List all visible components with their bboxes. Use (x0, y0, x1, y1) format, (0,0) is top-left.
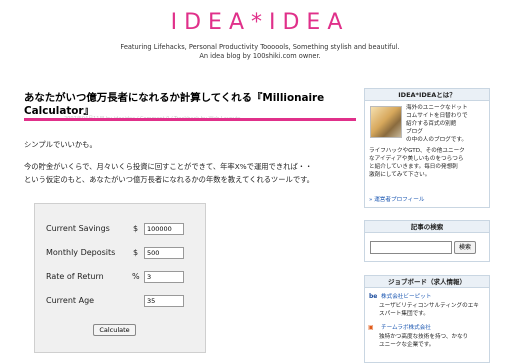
title-underline (24, 118, 356, 121)
job-2-desc-line-1: 独特かつ高度な技術を持つ、かなり (379, 334, 469, 340)
current-savings-symbol: $ (133, 224, 139, 233)
millionaire-calculator: Current Savings $ 100000 Monthly Deposit… (34, 203, 206, 353)
search-input[interactable] (370, 241, 452, 254)
about-line-6: ライフハックやGTD、その他ユニーク (369, 148, 465, 154)
about-line-5: の中の人のブログです。 (406, 137, 467, 143)
author-avatar (370, 106, 402, 138)
about-box: IDEA*IDEAとは？ 海外のユニークなドット コムサイトを日替わりで 紹介す… (364, 88, 490, 208)
site-logo[interactable]: IDEA*IDEA (0, 10, 520, 35)
about-description: ライフハックやGTD、その他ユニーク なアイディアや美しいものをつらつら と紹介… (369, 147, 465, 179)
current-savings-label: Current Savings (46, 224, 110, 233)
post-paragraph-3: という仮定のもと、あなたがいつ億万長者になれるかの年数を教えてくれるツールです。 (24, 175, 314, 184)
job-2-link[interactable]: チームラボ株式会社 (381, 324, 431, 332)
about-line-9: 激剤にしてみて下さい。 (369, 172, 431, 178)
main-content: あなたがいつ億万長者になれるか計算してくれる『Millionaire Calcu… (24, 92, 356, 122)
current-age-input[interactable]: 35 (144, 295, 184, 307)
about-line-8: と紹介していきます。毎日の発想刺 (369, 164, 458, 170)
monthly-deposits-label: Monthly Deposits (46, 248, 116, 257)
rate-of-return-label: Rate of Return (46, 272, 104, 281)
jobs-box: ジョブボード（求人情報） be 株式会社ビーピット ユーザビリティコンサルティン… (364, 275, 490, 363)
job-1-desc-line-2: スパート集団です。 (379, 311, 429, 317)
job-1-link[interactable]: 株式会社ビーピット (381, 293, 431, 301)
search-button[interactable]: 検索 (454, 241, 476, 254)
about-intro: 海外のユニークなドット コムサイトを日替わりで 紹介する百式の別館 ブログ の中… (406, 104, 468, 144)
site-tagline: Featuring Lifehacks, Personal Productivi… (0, 43, 520, 61)
monthly-deposits-input[interactable]: 500 (144, 247, 184, 259)
about-line-4: ブログ (406, 129, 423, 135)
search-box: 記事の検索 検索 (364, 220, 490, 262)
tagline-line-1: Featuring Lifehacks, Personal Productivi… (120, 43, 400, 51)
about-line-1: 海外のユニークなドット (406, 105, 468, 111)
job-2-description: 独特かつ高度な技術を持つ、かなり ユニークな企業です。 (379, 333, 468, 349)
about-line-2: コムサイトを日替わりで (406, 113, 468, 119)
rate-of-return-input[interactable]: 3 (144, 271, 184, 283)
job-1-desc-line-1: ユーザビリティコンサルティングのエキ (379, 303, 479, 309)
about-line-3: 紹介する百式の別館 (406, 121, 457, 127)
post-paragraph-2: 今の貯金がいくらで、月々いくら投資に回すことができて、年率X%で運用できれば・・ (24, 162, 313, 171)
current-savings-input[interactable]: 100000 (144, 223, 184, 235)
profile-link[interactable]: » 運営者プロフィール (369, 196, 424, 204)
site-header: IDEA*IDEA Featuring Lifehacks, Personal … (0, 0, 520, 80)
jobs-heading: ジョブボード（求人情報） (365, 276, 489, 288)
about-heading: IDEA*IDEAとは？ (365, 89, 489, 101)
about-line-7: なアイディアや美しいものをつらつら (369, 156, 464, 162)
rate-of-return-symbol: % (132, 272, 140, 281)
job-1-description: ユーザビリティコンサルティングのエキ スパート集団です。 (379, 302, 479, 318)
bepit-logo-icon: be (369, 293, 378, 300)
calculate-button[interactable]: Calculate (93, 324, 136, 336)
monthly-deposits-symbol: $ (133, 248, 139, 257)
post-title-line-1[interactable]: あなたがいつ億万長者になれるか計算してくれる『Millionaire (24, 92, 354, 105)
job-2-desc-line-2: ユニークな企業です。 (379, 342, 435, 348)
tagline-line-2: An idea blog by 100shiki.com owner. (199, 52, 321, 60)
teamlab-logo-icon: ▣ (368, 324, 374, 331)
current-age-label: Current Age (46, 296, 95, 305)
post-paragraph-1: シンプルでいいかも。 (24, 140, 97, 149)
search-heading: 記事の検索 (365, 221, 489, 233)
